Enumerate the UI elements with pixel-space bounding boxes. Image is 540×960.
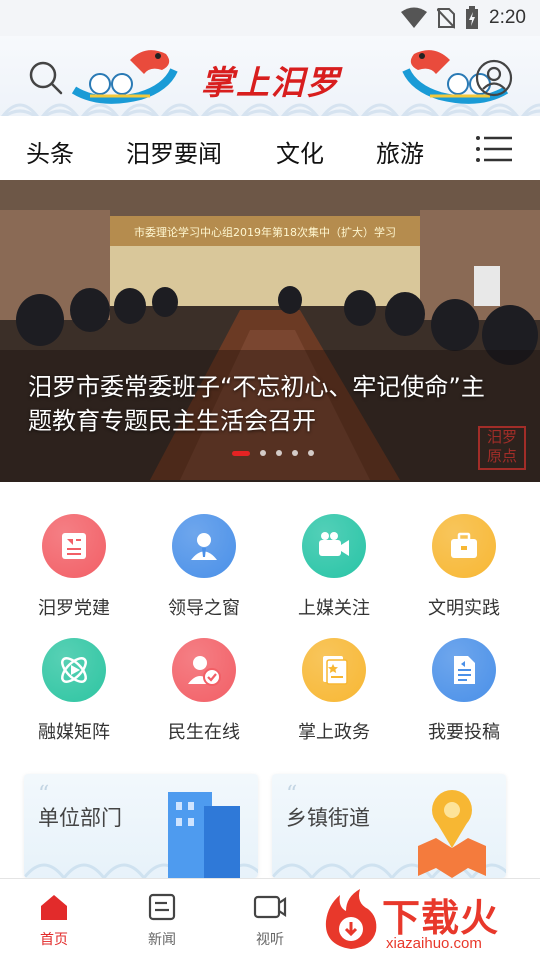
watermark-name: 下载火 [382, 896, 500, 940]
user-check-icon [188, 656, 221, 686]
grid-icon-circle [42, 638, 106, 702]
wifi-icon [401, 7, 428, 28]
grid-item-label: 上媒关注 [298, 598, 370, 619]
grid-item-label: 文明实践 [428, 598, 500, 619]
nav-label: 首页 [40, 932, 68, 948]
document-star-icon [323, 656, 348, 685]
card-title: 单位部门 [38, 806, 122, 830]
watermark-logo: 下载火 xiazaihuo.com [320, 887, 534, 955]
battery-icon [466, 6, 479, 29]
tab-miluo-news[interactable]: 汨罗要闻 [126, 134, 222, 169]
map-pin-icon [418, 790, 486, 878]
search-icon [29, 61, 63, 95]
building-icon [168, 792, 240, 878]
status-icons: 2:20 [401, 6, 526, 30]
grid-item-label: 我要投稿 [428, 722, 500, 743]
atom-icon [61, 657, 87, 683]
no-sim-icon [437, 8, 456, 29]
channel-tabs: 头条 汨罗要闻 文化 旅游 [0, 116, 540, 180]
user-profile-button[interactable] [474, 58, 514, 98]
tv-icon [253, 895, 287, 919]
tab-headlines[interactable]: 头条 [26, 134, 74, 169]
grid-icon-circle [42, 514, 106, 578]
dragon-boat-illustration-left [71, 50, 178, 104]
grid-item-government-services[interactable]: 掌上政务 [274, 638, 394, 748]
carousel-dot [276, 450, 282, 456]
user-icon [475, 59, 513, 97]
carousel-indicator [232, 450, 314, 456]
grid-icon-circle [172, 638, 236, 702]
nav-label: 新闻 [148, 932, 176, 948]
grid-item-label: 民生在线 [168, 722, 240, 743]
nav-home[interactable]: 首页 [24, 893, 84, 949]
news-icon [148, 893, 176, 921]
carousel-dot [232, 450, 250, 456]
nav-audio-video[interactable]: 视听 [240, 893, 300, 949]
app-logo: 掌上汨罗 [201, 63, 341, 102]
briefcase-icon [451, 532, 477, 558]
grid-item-submit-article[interactable]: 我要投稿 [404, 638, 524, 748]
grid-icon-circle [432, 514, 496, 578]
tab-culture[interactable]: 文化 [276, 134, 324, 169]
video-camera-icon [319, 532, 349, 556]
grid-icon-circle [302, 638, 366, 702]
bottom-navigation: 首页 新闻 视听 下载火 xiazaihuo.com [0, 878, 540, 960]
carousel-dot [308, 450, 314, 456]
watermark-url: xiazaihuo.com [386, 935, 482, 952]
grid-item-label: 汨罗党建 [38, 598, 110, 619]
grid-icon-circle [172, 514, 236, 578]
search-button[interactable] [26, 58, 66, 98]
status-bar: 2:20 [0, 0, 540, 36]
carousel-dot [260, 450, 266, 456]
channel-menu-button[interactable] [474, 134, 514, 164]
tab-tourism[interactable]: 旅游 [376, 134, 424, 169]
headline-banner[interactable]: 市委理论学习中心组2019年第18次集中（扩大）学习 汨罗市委常委班子“不忘初心… [0, 180, 540, 482]
grid-item-label: 掌上政务 [298, 722, 370, 743]
leader-icon [191, 533, 217, 560]
grid-item-civilization[interactable]: 文明实践 [404, 514, 524, 624]
banner-photo-sign: 市委理论学习中心组2019年第18次集中（扩大）学习 [134, 225, 396, 239]
card-departments[interactable]: “ 单位部门 [24, 774, 258, 878]
grid-icon-circle [432, 638, 496, 702]
grid-item-media-matrix[interactable]: 融媒矩阵 [14, 638, 134, 748]
banner-headline: 汨罗市委常委班子“不忘初心、牢记使命”主题教育专题民主生活会召开 [28, 373, 485, 435]
grid-item-media-focus[interactable]: 上媒关注 [274, 514, 394, 624]
flame-logo-icon [325, 889, 377, 949]
grid-item-label: 融媒矩阵 [38, 722, 110, 743]
card-towns-streets[interactable]: “ 乡镇街道 [272, 774, 506, 878]
grid-item-party-building[interactable]: 汨罗党建 [14, 514, 134, 624]
carousel-dot [292, 450, 298, 456]
nav-label: 视听 [256, 932, 284, 948]
nav-news[interactable]: 新闻 [132, 893, 192, 949]
grid-item-leaders[interactable]: 领导之窗 [144, 514, 264, 624]
watermark-stamp: 汨罗 原点 [478, 426, 526, 470]
party-building-icon [62, 533, 86, 559]
grid-item-label: 领导之窗 [168, 598, 240, 619]
clock: 2:20 [489, 7, 526, 28]
card-title: 乡镇街道 [286, 806, 370, 830]
grid-item-livelihood[interactable]: 民生在线 [144, 638, 264, 748]
submit-doc-icon [454, 656, 475, 684]
home-icon [41, 895, 67, 920]
menu-list-icon [476, 136, 512, 162]
app-header: 掌上汨罗 [0, 36, 540, 116]
grid-icon-circle [302, 514, 366, 578]
